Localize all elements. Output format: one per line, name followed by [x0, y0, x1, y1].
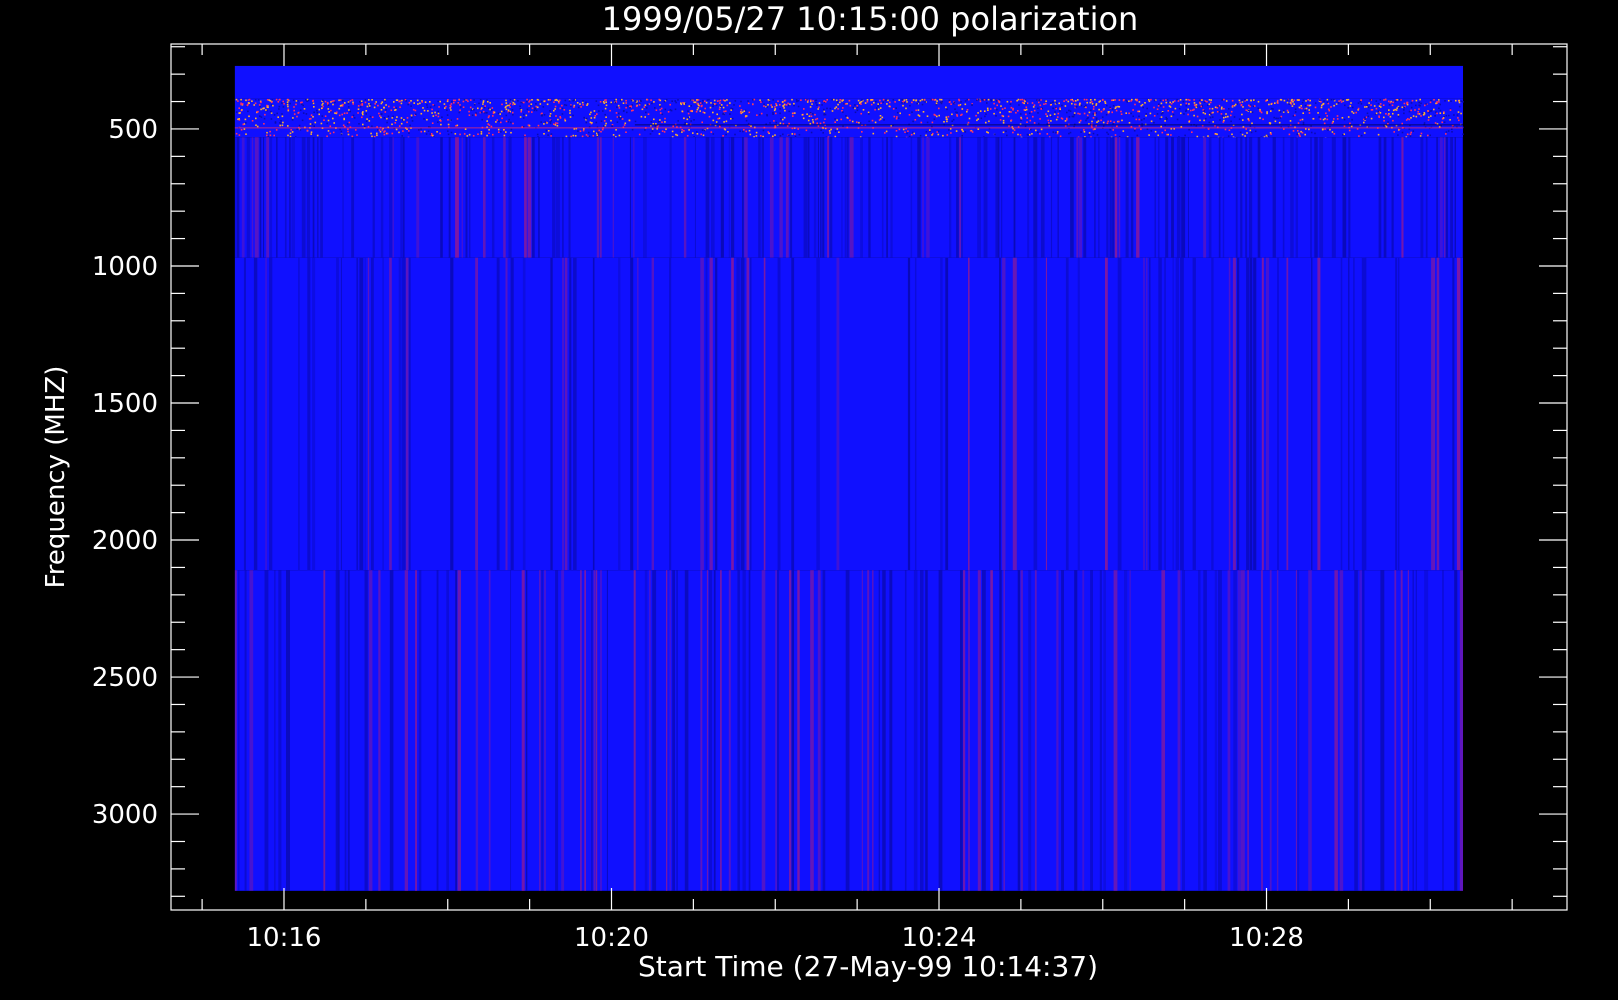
heatmap-band-streaked-dark [234, 137, 1464, 258]
y-tick-label: 1500 [92, 389, 158, 419]
y-axis-label: Frequency (MHZ) [41, 366, 71, 589]
heatmap-band-solid [234, 65, 1464, 99]
y-tick-label: 3000 [92, 800, 158, 830]
x-tick-label: 10:20 [574, 923, 649, 953]
heatmap-band-streaked-faint [234, 257, 1464, 571]
x-tick-label: 10:16 [247, 923, 322, 953]
heatmap-band-speckled [234, 98, 1464, 139]
x-axis-label: Start Time (27-May-99 10:14:37) [638, 950, 1098, 983]
dynamic-spectrum-chart: 10:16 10:20 10:24 10:28 500 1000 1500 2000 2500 3… [0, 0, 1618, 1000]
y-tick-label: 2500 [92, 663, 158, 693]
heatmap-band-streaked-red [234, 570, 1464, 891]
y-tick-label: 1000 [92, 252, 158, 282]
chart-title: 1999/05/27 10:15:00 polarization [602, 0, 1139, 38]
spectrum-heatmap [234, 65, 1464, 891]
y-tick-label: 500 [108, 115, 158, 145]
x-tick-label: 10:28 [1229, 923, 1304, 953]
x-tick-label: 10:24 [902, 923, 977, 953]
y-tick-label: 2000 [92, 526, 158, 556]
